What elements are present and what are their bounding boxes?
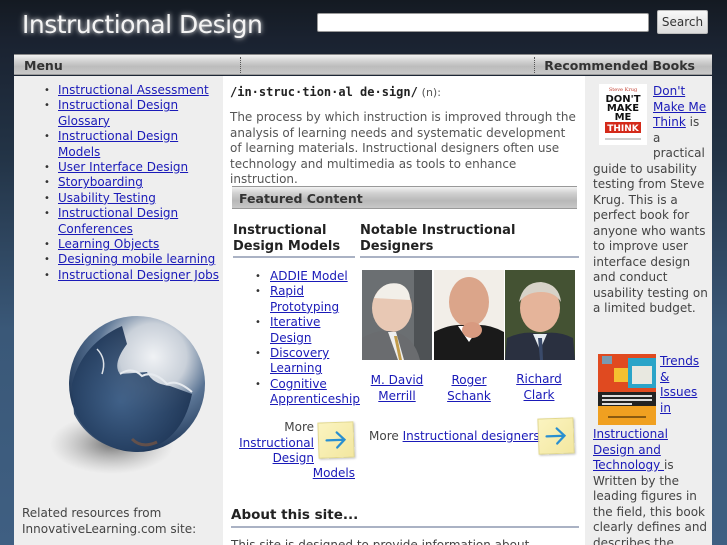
sidebar-link[interactable]: Designing mobile learning — [58, 252, 215, 266]
site-title[interactable]: Instructional Design — [22, 10, 263, 39]
recommended-books-label: Recommended Books — [544, 58, 695, 73]
list-item: Rapid Prototyping — [233, 284, 358, 315]
sidebar-link[interactable]: Learning Objects — [58, 237, 159, 251]
model-link-iterative-design[interactable]: Iterative Design — [270, 315, 320, 344]
featured-content-bar: Featured Content — [232, 186, 577, 209]
part-of-speech: (n): — [421, 86, 441, 99]
designer-link-clark[interactable]: Richard Clark — [516, 372, 562, 402]
model-link-rapid-prototyping[interactable]: Rapid Prototyping — [270, 284, 339, 313]
sidebar-link[interactable]: Instructional Design Glossary — [58, 98, 178, 127]
sidebar-menu: Instructional Assessment Instructional D… — [14, 83, 223, 284]
sidebar-item-usability-testing: Usability Testing — [14, 191, 223, 207]
about-heading: About this site... — [231, 507, 579, 528]
portrait-merrill[interactable] — [362, 270, 432, 360]
designer-link-schank[interactable]: Roger Schank — [447, 373, 491, 403]
list-item: Discovery Learning — [233, 346, 358, 377]
book-cover-dont-make-me-think[interactable]: Steve Krug DON'T MAKE ME THINK — [599, 84, 647, 145]
sidebar-item-glossary: Instructional Design Glossary — [14, 98, 223, 129]
related-resources-text: Related resources from InnovativeLearnin… — [22, 506, 197, 536]
more-designers-link[interactable]: Instructional designers — [403, 429, 540, 443]
more-prefix: More — [369, 429, 399, 443]
search-input[interactable] — [317, 13, 649, 32]
sidebar-link[interactable]: Storyboarding — [58, 175, 143, 189]
book-entry: Steve Krug DON'T MAKE ME THINK Don't Mak… — [593, 84, 708, 317]
pronunciation-word: /in·struc·tion·al de·sign/ — [230, 85, 418, 99]
book-description: is a practical guide to usability testin… — [593, 115, 708, 315]
book-cover-trends-and-issues[interactable] — [598, 354, 656, 425]
list-item: Iterative Design — [233, 315, 358, 346]
sidebar-item-mobile-learning: Designing mobile learning — [14, 252, 223, 268]
divider — [534, 57, 535, 73]
section-header-bar: Menu Recommended Books — [14, 54, 712, 75]
more-models-link[interactable]: Instructional Design — [239, 436, 314, 466]
sidebar-link[interactable]: User Interface Design — [58, 160, 188, 174]
menu-label: Menu — [24, 58, 63, 73]
cover-line: THINK — [607, 124, 640, 134]
search-button[interactable]: Search — [657, 10, 708, 34]
portrait-clark[interactable] — [505, 270, 575, 360]
pronunciation: /in·struc·tion·al de·sign/ (n): — [230, 85, 441, 99]
more-designers: More Instructional designers — [369, 429, 540, 443]
sidebar-link[interactable]: Instructional Design Models — [58, 129, 178, 158]
more-prefix: More — [284, 420, 314, 434]
sidebar-item-storyboarding: Storyboarding — [14, 175, 223, 191]
cover-author: Steve Krug — [609, 87, 638, 93]
list-item: Cognitive Apprenticeship — [233, 377, 360, 408]
divider — [240, 57, 241, 73]
sidebar-link[interactable]: Instructional Assessment — [58, 83, 209, 97]
arrow-right-icon[interactable] — [317, 421, 355, 459]
sidebar-item-ui-design: User Interface Design — [14, 160, 223, 176]
designer-link-merrill[interactable]: M. David Merrill — [371, 373, 424, 403]
book-entry: Trends & Issues in Instructional Design … — [593, 354, 708, 545]
main-content: /in·struc·tion·al de·sign/ (n): The proc… — [223, 76, 585, 545]
portrait-schank[interactable] — [434, 270, 504, 360]
cover-line: ME — [615, 112, 632, 123]
sidebar-item-learning-objects: Learning Objects — [14, 237, 223, 253]
arrow-right-icon[interactable] — [537, 417, 575, 455]
model-link-addie[interactable]: ADDIE Model — [270, 269, 348, 283]
sidebar-item-models: Instructional Design Models — [14, 129, 223, 160]
models-list: ADDIE Model Rapid Prototyping Iterative … — [233, 269, 360, 408]
sidebar-link[interactable]: Instructional Designer Jobs — [58, 268, 219, 282]
designers-heading: Notable Instructional Designers — [360, 223, 579, 258]
recommended-books: Steve Krug DON'T MAKE ME THINK Don't Mak… — [585, 76, 712, 545]
about-text: This site is designed to provide informa… — [231, 538, 530, 545]
sidebar-link[interactable]: Instructional Design Conferences — [58, 206, 178, 235]
model-link-discovery-learning[interactable]: Discovery Learning — [270, 346, 329, 375]
sidebar-item-conferences: Instructional Design Conferences — [14, 206, 223, 237]
definition-text: The process by which instruction is impr… — [230, 110, 576, 186]
list-item: ADDIE Model — [233, 269, 358, 285]
sidebar: Instructional Assessment Instructional D… — [14, 76, 223, 545]
sidebar-item-jobs: Instructional Designer Jobs — [14, 268, 223, 284]
models-heading: Instructional Design Models — [233, 223, 355, 258]
more-models-link-end[interactable]: Models — [313, 466, 355, 482]
sidebar-link[interactable]: Usability Testing — [58, 191, 156, 205]
model-link-cognitive-apprenticeship[interactable]: Cognitive Apprenticeship — [270, 377, 360, 406]
sidebar-item-instructional-assessment: Instructional Assessment — [14, 83, 223, 99]
puzzle-globe-image — [42, 304, 212, 484]
